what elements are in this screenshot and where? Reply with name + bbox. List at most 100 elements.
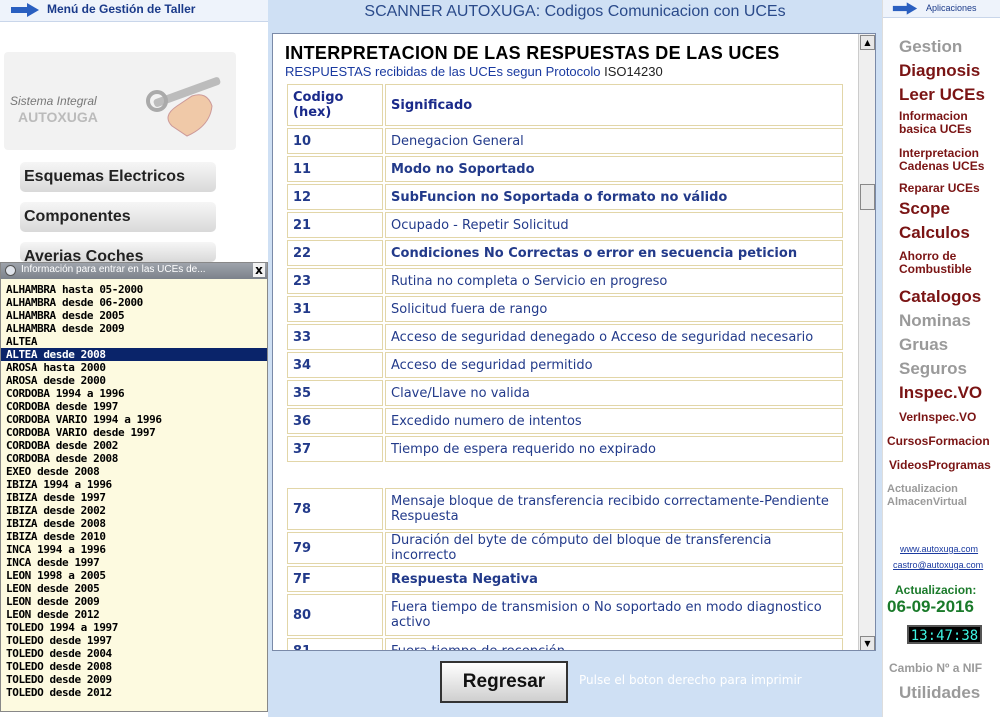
code-cell: 12 bbox=[287, 184, 383, 210]
table-row: 33 Acceso de seguridad denegado o Acceso … bbox=[287, 324, 843, 350]
nav-inspec-vo[interactable]: Inspec.VO bbox=[899, 383, 982, 403]
componentes-button[interactable]: Componentes bbox=[20, 202, 216, 232]
list-item[interactable]: INCA desde 1997 bbox=[6, 556, 267, 569]
scroll-up-icon[interactable]: ▲ bbox=[860, 35, 875, 50]
document-heading: INTERPRETACION DE LAS RESPUESTAS DE LAS … bbox=[285, 43, 780, 63]
nav-gruas[interactable]: Gruas bbox=[899, 335, 948, 355]
scroll-down-icon[interactable]: ▼ bbox=[860, 636, 875, 650]
table-row: 23 Rutina no completa o Servicio en progr… bbox=[287, 268, 843, 294]
update-label: Actualizacion: bbox=[895, 583, 977, 597]
list-item[interactable]: IBIZA desde 2002 bbox=[6, 504, 267, 517]
code-cell: 78 bbox=[287, 488, 383, 530]
meaning-cell: Acceso de seguridad denegado o Acceso de… bbox=[385, 324, 843, 350]
uce-info-popup: Información para entrar en las UCEs de..… bbox=[0, 262, 268, 712]
code-cell: 79 bbox=[287, 532, 383, 564]
nav-cambio-nif[interactable]: Cambio Nº a NIF bbox=[889, 661, 982, 675]
meaning-cell: Denegacion General bbox=[385, 128, 843, 154]
nav-informacion-basica[interactable]: Informacion basica UCEs bbox=[899, 110, 989, 136]
list-item[interactable]: IBIZA desde 2008 bbox=[6, 517, 267, 530]
list-item[interactable]: CORDOBA VARIO desde 1997 bbox=[6, 426, 267, 439]
table-gap bbox=[287, 464, 843, 486]
list-item[interactable]: IBIZA desde 1997 bbox=[6, 491, 267, 504]
nav-calculos[interactable]: Calculos bbox=[899, 223, 970, 243]
scroll-thumb[interactable] bbox=[860, 184, 875, 210]
list-item[interactable]: LEON desde 2009 bbox=[6, 595, 267, 608]
nav-actualizacion-almacen[interactable]: Actualizacion AlmacenVirtual bbox=[887, 483, 999, 509]
nav-catalogos[interactable]: Catalogos bbox=[899, 287, 981, 307]
nav-utilidades[interactable]: Utilidades bbox=[899, 683, 980, 703]
document-subtitle: RESPUESTAS recibidas de las UCEs segun P… bbox=[285, 64, 845, 79]
list-item[interactable]: INCA 1994 a 1996 bbox=[6, 543, 267, 556]
nav-nominas[interactable]: Nominas bbox=[899, 311, 971, 331]
nav-verinspec-vo[interactable]: VerInspec.VO bbox=[899, 410, 976, 424]
nav-videos-programas[interactable]: VideosProgramas bbox=[889, 458, 991, 472]
list-item[interactable]: IBIZA desde 2010 bbox=[6, 530, 267, 543]
table-row: 22 Condiciones No Correctas o error en se… bbox=[287, 240, 843, 266]
website-link[interactable]: www.autoxuga.com bbox=[900, 544, 978, 554]
list-item[interactable]: LEON 1998 a 2005 bbox=[6, 569, 267, 582]
vertical-scrollbar[interactable]: ▲ ▼ bbox=[858, 34, 875, 650]
nav-leer-uces[interactable]: Leer UCEs bbox=[899, 85, 985, 105]
list-item[interactable]: IBIZA 1994 a 1996 bbox=[6, 478, 267, 491]
car-model-list: ALHAMBRA hasta 05-2000 ALHAMBRA desde 06-… bbox=[1, 279, 267, 699]
list-item[interactable]: ALHAMBRA desde 2009 bbox=[6, 322, 267, 335]
table-row bbox=[287, 464, 843, 486]
table-row: 36 Excedido numero de intentos bbox=[287, 408, 843, 434]
wrench-hand-icon bbox=[146, 77, 221, 137]
meaning-cell: Modo no Soportado bbox=[385, 156, 843, 182]
list-item[interactable]: EXEO desde 2008 bbox=[6, 465, 267, 478]
list-item[interactable]: ALTEA bbox=[6, 335, 267, 348]
esquemas-electricos-button[interactable]: Esquemas Electricos bbox=[20, 162, 216, 192]
meaning-cell: Clave/Llave no valida bbox=[385, 380, 843, 406]
list-item[interactable]: CORDOBA 1994 a 1996 bbox=[6, 387, 267, 400]
arrow-right-icon bbox=[892, 2, 918, 15]
nav-diagnosis[interactable]: Diagnosis bbox=[899, 61, 980, 81]
list-item[interactable]: AROSA hasta 2000 bbox=[6, 361, 267, 374]
nav-cursos-formacion[interactable]: CursosFormacion bbox=[887, 434, 990, 448]
list-item[interactable]: ALTEA desde 2008 bbox=[1, 348, 267, 361]
code-cell: 10 bbox=[287, 128, 383, 154]
code-cell: 36 bbox=[287, 408, 383, 434]
list-item[interactable]: TOLEDO desde 1997 bbox=[6, 634, 267, 647]
logo-brand-text: AUTOXUGA bbox=[18, 109, 98, 125]
window-title: SCANNER AUTOXUGA: Codigos Comunicacion c… bbox=[268, 0, 882, 28]
table-row: 31 Solicitud fuera de rango bbox=[287, 296, 843, 322]
left-menu-header: Menú de Gestión de Taller bbox=[0, 0, 268, 22]
nav-seguros[interactable]: Seguros bbox=[899, 359, 967, 379]
list-item[interactable]: AROSA desde 2000 bbox=[6, 374, 267, 387]
popup-titlebar[interactable]: Información para entrar en las UCEs de..… bbox=[1, 263, 267, 279]
list-item[interactable]: TOLEDO 1994 a 1997 bbox=[6, 621, 267, 634]
list-item[interactable]: CORDOBA desde 1997 bbox=[6, 400, 267, 413]
nav-scope[interactable]: Scope bbox=[899, 199, 950, 219]
popup-title: Información para entrar en las UCEs de..… bbox=[21, 264, 206, 275]
nav-ahorro-combustible[interactable]: Ahorro de Combustible bbox=[899, 250, 991, 276]
nav-gestion[interactable]: Gestion bbox=[899, 37, 962, 57]
list-item[interactable]: LEON desde 2012 bbox=[6, 608, 267, 621]
table-row: 21 Ocupado - Repetir Solicitud bbox=[287, 212, 843, 238]
regresar-button[interactable]: Regresar bbox=[440, 661, 568, 703]
code-cell: 81 bbox=[287, 638, 383, 650]
arrow-right-icon bbox=[11, 3, 39, 17]
list-item[interactable]: TOLEDO desde 2009 bbox=[6, 673, 267, 686]
list-item[interactable]: ALHAMBRA hasta 05-2000 bbox=[6, 283, 267, 296]
meaning-cell: Acceso de seguridad permitido bbox=[385, 352, 843, 378]
table-row: 12 SubFuncion no Soportada o formato no v… bbox=[287, 184, 843, 210]
list-item[interactable]: TOLEDO desde 2008 bbox=[6, 660, 267, 673]
list-item[interactable]: ALHAMBRA desde 06-2000 bbox=[6, 296, 267, 309]
main-content: SCANNER AUTOXUGA: Codigos Comunicacion c… bbox=[268, 0, 882, 717]
list-item[interactable]: TOLEDO desde 2004 bbox=[6, 647, 267, 660]
list-item[interactable]: CORDOBA desde 2008 bbox=[6, 452, 267, 465]
close-icon[interactable]: x bbox=[253, 263, 265, 277]
meaning-cell: Mensaje bloque de transferencia recibido… bbox=[385, 488, 843, 530]
nav-interpretacion-cadenas[interactable]: Interpretacion Cadenas UCEs bbox=[899, 147, 999, 173]
code-cell: 22 bbox=[287, 240, 383, 266]
list-item[interactable]: CORDOBA VARIO 1994 a 1996 bbox=[6, 413, 267, 426]
list-item[interactable]: ALHAMBRA desde 2005 bbox=[6, 309, 267, 322]
averias-coches-button[interactable]: Averias Coches bbox=[20, 242, 216, 262]
email-link[interactable]: castro@autoxuga.com bbox=[893, 560, 983, 570]
list-item[interactable]: TOLEDO desde 2012 bbox=[6, 686, 267, 699]
list-item[interactable]: CORDOBA desde 2002 bbox=[6, 439, 267, 452]
nav-reparar-uces[interactable]: Reparar UCEs bbox=[899, 181, 980, 195]
list-item[interactable]: LEON desde 2005 bbox=[6, 582, 267, 595]
code-cell: 7F bbox=[287, 566, 383, 592]
